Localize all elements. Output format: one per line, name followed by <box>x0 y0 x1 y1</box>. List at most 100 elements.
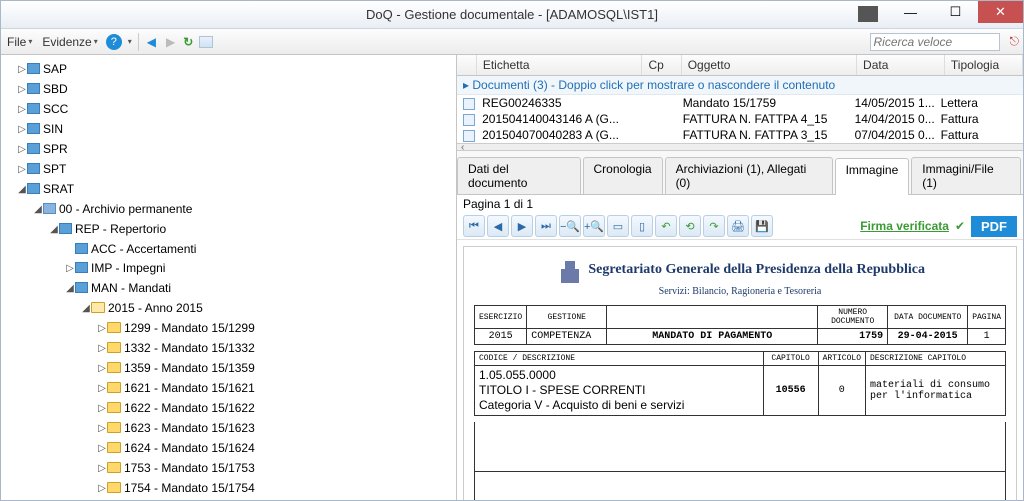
col-tipologia[interactable]: Tipologia <box>945 55 1023 75</box>
document-preview[interactable]: Segretariato Generale della Presidenza d… <box>457 240 1023 500</box>
tree-node[interactable]: 00 - Archivio permanente <box>59 202 192 216</box>
tab-cronologia[interactable]: Cronologia <box>583 157 663 194</box>
quick-search[interactable] <box>870 33 1000 51</box>
archive-icon <box>59 223 72 234</box>
refresh-button[interactable]: ↻ <box>183 35 193 49</box>
tree-node[interactable]: 1623 - Mandato 15/1623 <box>124 421 255 435</box>
save-button[interactable]: 💾 <box>751 215 773 237</box>
firma-verificata-link[interactable]: Firma verificata <box>860 219 949 233</box>
folder-icon <box>107 342 121 353</box>
titlebar: DoQ - Gestione documentale - [ADAMOSQL\I… <box>1 1 1023 29</box>
tab-archiviazioni[interactable]: Archiviazioni (1), Allegati (0) <box>665 157 833 194</box>
tree-node[interactable]: 1753 - Mandato 15/1753 <box>124 461 255 475</box>
folder-icon <box>107 422 121 433</box>
main-toolbar: File Evidenze ?▾ ◀ ▶ ↻ ⎋ <box>1 29 1023 55</box>
tree-node[interactable]: 1622 - Mandato 15/1622 <box>124 401 255 415</box>
zoom-in-button[interactable]: +🔍 <box>583 215 605 237</box>
tab-immagini-file[interactable]: Immagini/File (1) <box>911 157 1021 194</box>
tree-node[interactable]: SRAT <box>43 182 74 196</box>
tree-node[interactable]: SPR <box>43 142 68 156</box>
fit-width-button[interactable]: ▯ <box>631 215 653 237</box>
last-page-button[interactable]: ⏭ <box>535 215 557 237</box>
tree-node[interactable]: 1359 - Mandato 15/1359 <box>124 361 255 375</box>
nav-forward-button[interactable]: ▶ <box>164 35 177 49</box>
detail-tabs: Dati del documento Cronologia Archiviazi… <box>457 151 1023 195</box>
tree-node[interactable]: ACC - Accertamenti <box>91 242 196 256</box>
col-oggetto[interactable]: Oggetto <box>682 55 857 75</box>
pager-text: Pagina 1 di 1 <box>463 197 533 211</box>
archive-icon <box>75 282 88 293</box>
folder-icon <box>107 462 121 473</box>
tree-node[interactable]: SBD <box>43 82 68 96</box>
nav-back-button[interactable]: ◀ <box>145 35 158 49</box>
tree-node[interactable]: MAN - Mandati <box>91 281 171 295</box>
grid-row[interactable]: 201504140043146 A (G...FATTURA N. FATTPA… <box>457 111 1023 127</box>
tree-panel[interactable]: ▷SAP ▷SBD ▷SCC ▷SIN ▷SPR ▷SPT ◢SRAT ◢00 … <box>1 55 457 500</box>
folder-icon <box>107 322 121 333</box>
document-icon <box>463 98 475 110</box>
tree-node[interactable]: 1621 - Mandato 15/1621 <box>124 381 255 395</box>
pdf-badge: PDF <box>971 216 1017 237</box>
tree-node[interactable]: 1754 - Mandato 15/1754 <box>124 481 255 495</box>
folder-open-icon <box>91 302 105 313</box>
undo-button[interactable]: ⟲ <box>679 215 701 237</box>
archive-icon <box>27 103 40 114</box>
tree-node[interactable]: 2015 - Anno 2015 <box>108 301 203 315</box>
tree-node[interactable]: 1299 - Mandato 15/1299 <box>124 321 255 335</box>
grid-row[interactable]: 201504070040283 A (G...FATTURA N. FATTPA… <box>457 127 1023 143</box>
tree-node[interactable]: SPT <box>43 162 66 176</box>
layer-icon <box>43 203 56 214</box>
zoom-out-button[interactable]: −🔍 <box>559 215 581 237</box>
tree-node[interactable]: 1332 - Mandato 15/1332 <box>124 341 255 355</box>
col-data[interactable]: Data <box>857 55 945 75</box>
archive-icon <box>27 143 40 154</box>
tab-immagine[interactable]: Immagine <box>835 158 910 195</box>
first-page-button[interactable]: ⏮ <box>463 215 485 237</box>
maximize-button[interactable]: ☐ <box>933 1 978 23</box>
folder-icon <box>107 482 121 493</box>
tray-icon <box>858 6 878 22</box>
document-icon <box>463 130 475 142</box>
archive-icon <box>27 163 40 174</box>
minimize-button[interactable]: — <box>888 1 933 23</box>
rotate-left-button[interactable]: ↶ <box>655 215 677 237</box>
search-clear-icon[interactable]: ⎋ <box>1010 34 1020 49</box>
folder-icon <box>107 442 121 453</box>
grid-header: Etichetta Cp Oggetto Data Tipologia <box>457 55 1023 76</box>
archive-icon <box>27 123 40 134</box>
print-button[interactable]: 🖨 <box>727 215 749 237</box>
tree-node[interactable]: IMP - Impegni <box>91 261 165 275</box>
evidenze-menu[interactable]: Evidenze <box>40 35 99 49</box>
splitter[interactable]: ‹ <box>457 143 1023 151</box>
tab-dati[interactable]: Dati del documento <box>457 157 581 194</box>
file-menu[interactable]: File <box>5 35 34 49</box>
col-cp[interactable]: Cp <box>642 55 681 75</box>
logo-icon <box>555 257 585 283</box>
document-icon <box>463 114 475 126</box>
doc-subheading: Servizi: Bilancio, Ragioneria e Tesoreri… <box>659 286 822 297</box>
tree-node[interactable]: SCC <box>43 102 68 116</box>
tree-node[interactable]: 1624 - Mandato 15/1624 <box>124 441 255 455</box>
search-input[interactable] <box>870 33 1000 51</box>
layout-button[interactable] <box>199 36 213 48</box>
folder-icon <box>107 382 121 393</box>
fit-page-button[interactable]: ▭ <box>607 215 629 237</box>
tree-node[interactable]: REP - Repertorio <box>75 222 166 236</box>
help-button[interactable]: ? <box>106 34 122 50</box>
group-row[interactable]: ▸ Documenti (3) - Doppio click per mostr… <box>457 76 1023 95</box>
col-etichetta[interactable]: Etichetta <box>477 55 643 75</box>
doc-heading: Segretariato Generale della Presidenza d… <box>588 262 925 277</box>
right-panel: Etichetta Cp Oggetto Data Tipologia ▸ Do… <box>457 55 1023 500</box>
prev-page-button[interactable]: ◀ <box>487 215 509 237</box>
archive-icon <box>75 243 88 254</box>
doc-note: NOTE: toner - toner [ Fatt. FATTPA 4_15 … <box>474 472 1006 500</box>
tree-node[interactable]: SAP <box>43 62 67 76</box>
doc-table-header: ESERCIZIOGESTIONENUMERO DOCUMENTODATA DO… <box>474 305 1006 345</box>
doc-table-detail: CODICE / DESCRIZIONECAPITOLOARTICOLODESC… <box>474 351 1006 416</box>
folder-icon <box>107 402 121 413</box>
tree-node[interactable]: SIN <box>43 122 63 136</box>
grid-row[interactable]: REG00246335Mandato 15/175914/05/2015 1..… <box>457 95 1023 111</box>
close-button[interactable]: ✕ <box>978 1 1023 23</box>
next-page-button[interactable]: ▶ <box>511 215 533 237</box>
rotate-right-button[interactable]: ↷ <box>703 215 725 237</box>
